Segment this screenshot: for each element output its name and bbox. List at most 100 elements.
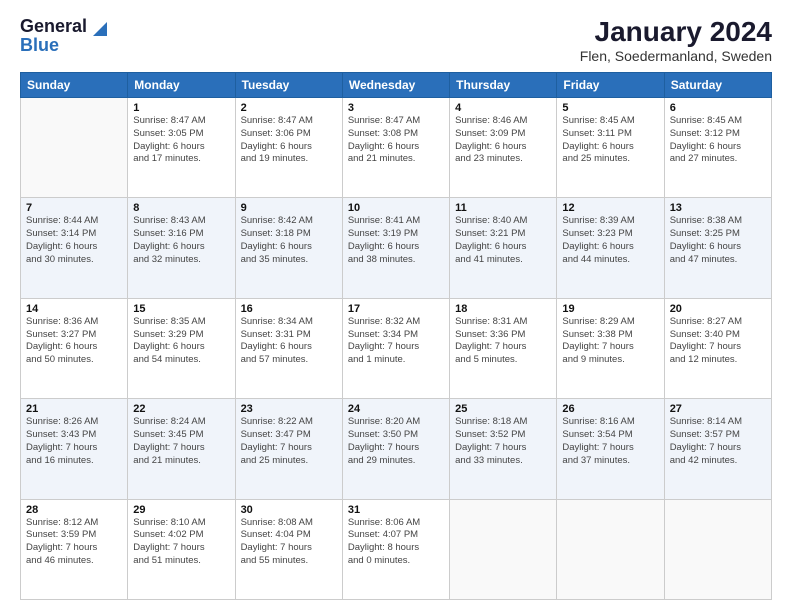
day-info: Sunrise: 8:06 AMSunset: 4:07 PMDaylight:… <box>348 517 444 568</box>
day-number: 23 <box>241 403 337 415</box>
day-number: 14 <box>26 303 122 315</box>
day-number: 3 <box>348 102 444 114</box>
day-info: Sunrise: 8:41 AMSunset: 3:19 PMDaylight:… <box>348 215 444 266</box>
calendar-cell: 14Sunrise: 8:36 AMSunset: 3:27 PMDayligh… <box>21 298 128 398</box>
calendar-cell: 15Sunrise: 8:35 AMSunset: 3:29 PMDayligh… <box>128 298 235 398</box>
calendar-cell: 10Sunrise: 8:41 AMSunset: 3:19 PMDayligh… <box>342 198 449 298</box>
day-number: 22 <box>133 403 229 415</box>
day-info: Sunrise: 8:24 AMSunset: 3:45 PMDaylight:… <box>133 416 229 467</box>
day-number: 13 <box>670 202 766 214</box>
day-info: Sunrise: 8:35 AMSunset: 3:29 PMDaylight:… <box>133 316 229 367</box>
day-number: 21 <box>26 403 122 415</box>
day-info: Sunrise: 8:39 AMSunset: 3:23 PMDaylight:… <box>562 215 658 266</box>
day-number: 17 <box>348 303 444 315</box>
calendar-cell: 8Sunrise: 8:43 AMSunset: 3:16 PMDaylight… <box>128 198 235 298</box>
day-number: 31 <box>348 504 444 516</box>
page: General Blue January 2024 Flen, Soederma… <box>0 0 792 612</box>
day-info: Sunrise: 8:45 AMSunset: 3:12 PMDaylight:… <box>670 115 766 166</box>
main-title: January 2024 <box>580 16 772 48</box>
calendar-cell <box>557 499 664 599</box>
calendar-cell: 25Sunrise: 8:18 AMSunset: 3:52 PMDayligh… <box>450 399 557 499</box>
day-number: 16 <box>241 303 337 315</box>
day-number: 24 <box>348 403 444 415</box>
day-number: 26 <box>562 403 658 415</box>
day-info: Sunrise: 8:43 AMSunset: 3:16 PMDaylight:… <box>133 215 229 266</box>
day-number: 27 <box>670 403 766 415</box>
calendar-cell: 31Sunrise: 8:06 AMSunset: 4:07 PMDayligh… <box>342 499 449 599</box>
day-info: Sunrise: 8:47 AMSunset: 3:06 PMDaylight:… <box>241 115 337 166</box>
sub-title: Flen, Soedermanland, Sweden <box>580 48 772 64</box>
day-info: Sunrise: 8:20 AMSunset: 3:50 PMDaylight:… <box>348 416 444 467</box>
day-info: Sunrise: 8:36 AMSunset: 3:27 PMDaylight:… <box>26 316 122 367</box>
day-info: Sunrise: 8:42 AMSunset: 3:18 PMDaylight:… <box>241 215 337 266</box>
day-info: Sunrise: 8:10 AMSunset: 4:02 PMDaylight:… <box>133 517 229 568</box>
calendar-cell: 21Sunrise: 8:26 AMSunset: 3:43 PMDayligh… <box>21 399 128 499</box>
day-number: 2 <box>241 102 337 114</box>
calendar-header-wednesday: Wednesday <box>342 73 449 98</box>
calendar-cell <box>664 499 771 599</box>
logo: General Blue <box>20 16 107 56</box>
calendar-cell: 20Sunrise: 8:27 AMSunset: 3:40 PMDayligh… <box>664 298 771 398</box>
calendar-cell: 9Sunrise: 8:42 AMSunset: 3:18 PMDaylight… <box>235 198 342 298</box>
day-number: 20 <box>670 303 766 315</box>
calendar-header-friday: Friday <box>557 73 664 98</box>
calendar-header-monday: Monday <box>128 73 235 98</box>
calendar-cell: 18Sunrise: 8:31 AMSunset: 3:36 PMDayligh… <box>450 298 557 398</box>
header: General Blue January 2024 Flen, Soederma… <box>20 16 772 64</box>
day-info: Sunrise: 8:08 AMSunset: 4:04 PMDaylight:… <box>241 517 337 568</box>
day-info: Sunrise: 8:26 AMSunset: 3:43 PMDaylight:… <box>26 416 122 467</box>
calendar-week-row: 1Sunrise: 8:47 AMSunset: 3:05 PMDaylight… <box>21 98 772 198</box>
day-info: Sunrise: 8:32 AMSunset: 3:34 PMDaylight:… <box>348 316 444 367</box>
day-number: 4 <box>455 102 551 114</box>
day-number: 15 <box>133 303 229 315</box>
calendar-cell: 19Sunrise: 8:29 AMSunset: 3:38 PMDayligh… <box>557 298 664 398</box>
day-info: Sunrise: 8:45 AMSunset: 3:11 PMDaylight:… <box>562 115 658 166</box>
calendar-cell: 4Sunrise: 8:46 AMSunset: 3:09 PMDaylight… <box>450 98 557 198</box>
calendar: SundayMondayTuesdayWednesdayThursdayFrid… <box>20 72 772 600</box>
day-number: 12 <box>562 202 658 214</box>
calendar-cell: 1Sunrise: 8:47 AMSunset: 3:05 PMDaylight… <box>128 98 235 198</box>
calendar-cell: 22Sunrise: 8:24 AMSunset: 3:45 PMDayligh… <box>128 399 235 499</box>
day-info: Sunrise: 8:40 AMSunset: 3:21 PMDaylight:… <box>455 215 551 266</box>
day-info: Sunrise: 8:18 AMSunset: 3:52 PMDaylight:… <box>455 416 551 467</box>
calendar-week-row: 21Sunrise: 8:26 AMSunset: 3:43 PMDayligh… <box>21 399 772 499</box>
calendar-cell: 7Sunrise: 8:44 AMSunset: 3:14 PMDaylight… <box>21 198 128 298</box>
calendar-cell: 24Sunrise: 8:20 AMSunset: 3:50 PMDayligh… <box>342 399 449 499</box>
day-info: Sunrise: 8:31 AMSunset: 3:36 PMDaylight:… <box>455 316 551 367</box>
day-number: 6 <box>670 102 766 114</box>
day-info: Sunrise: 8:12 AMSunset: 3:59 PMDaylight:… <box>26 517 122 568</box>
day-info: Sunrise: 8:14 AMSunset: 3:57 PMDaylight:… <box>670 416 766 467</box>
day-number: 19 <box>562 303 658 315</box>
calendar-week-row: 28Sunrise: 8:12 AMSunset: 3:59 PMDayligh… <box>21 499 772 599</box>
day-info: Sunrise: 8:47 AMSunset: 3:05 PMDaylight:… <box>133 115 229 166</box>
calendar-cell <box>21 98 128 198</box>
day-info: Sunrise: 8:27 AMSunset: 3:40 PMDaylight:… <box>670 316 766 367</box>
day-info: Sunrise: 8:34 AMSunset: 3:31 PMDaylight:… <box>241 316 337 367</box>
day-info: Sunrise: 8:29 AMSunset: 3:38 PMDaylight:… <box>562 316 658 367</box>
calendar-cell: 12Sunrise: 8:39 AMSunset: 3:23 PMDayligh… <box>557 198 664 298</box>
calendar-header-saturday: Saturday <box>664 73 771 98</box>
calendar-header-sunday: Sunday <box>21 73 128 98</box>
calendar-header-row: SundayMondayTuesdayWednesdayThursdayFrid… <box>21 73 772 98</box>
day-number: 7 <box>26 202 122 214</box>
day-number: 8 <box>133 202 229 214</box>
day-number: 18 <box>455 303 551 315</box>
day-number: 1 <box>133 102 229 114</box>
logo-icon <box>89 18 107 36</box>
calendar-cell: 27Sunrise: 8:14 AMSunset: 3:57 PMDayligh… <box>664 399 771 499</box>
calendar-cell: 28Sunrise: 8:12 AMSunset: 3:59 PMDayligh… <box>21 499 128 599</box>
calendar-week-row: 14Sunrise: 8:36 AMSunset: 3:27 PMDayligh… <box>21 298 772 398</box>
calendar-cell: 11Sunrise: 8:40 AMSunset: 3:21 PMDayligh… <box>450 198 557 298</box>
calendar-header-thursday: Thursday <box>450 73 557 98</box>
day-number: 9 <box>241 202 337 214</box>
calendar-cell: 5Sunrise: 8:45 AMSunset: 3:11 PMDaylight… <box>557 98 664 198</box>
day-number: 11 <box>455 202 551 214</box>
day-info: Sunrise: 8:44 AMSunset: 3:14 PMDaylight:… <box>26 215 122 266</box>
day-number: 10 <box>348 202 444 214</box>
day-number: 29 <box>133 504 229 516</box>
calendar-cell <box>450 499 557 599</box>
logo-general: General <box>20 16 87 37</box>
calendar-cell: 6Sunrise: 8:45 AMSunset: 3:12 PMDaylight… <box>664 98 771 198</box>
calendar-cell: 29Sunrise: 8:10 AMSunset: 4:02 PMDayligh… <box>128 499 235 599</box>
day-number: 5 <box>562 102 658 114</box>
